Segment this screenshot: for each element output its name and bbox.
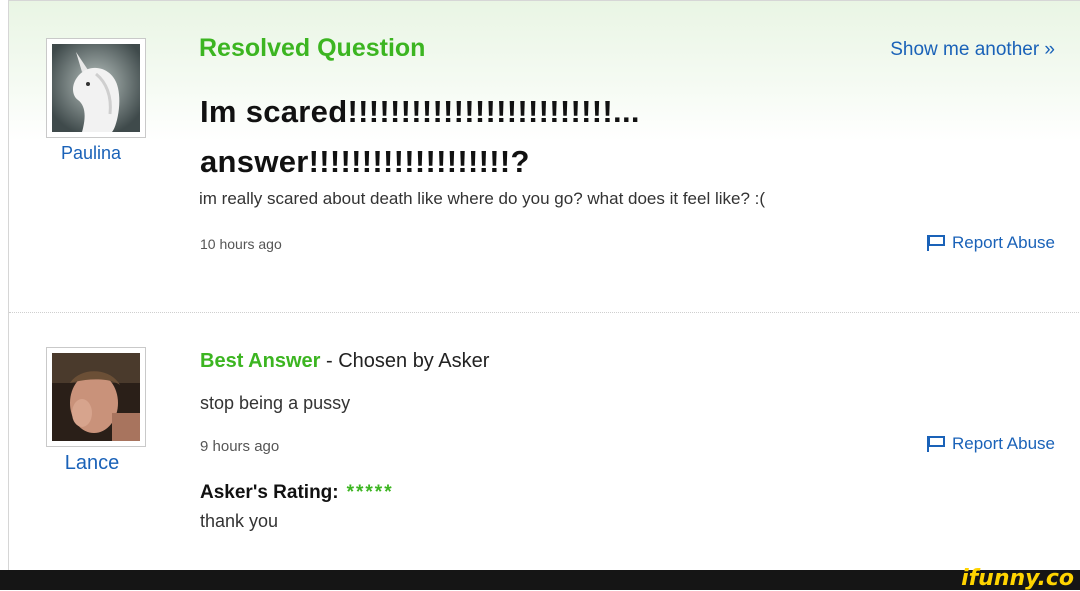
answerer-name[interactable]: Lance	[42, 452, 142, 475]
question-headline-line2: answer!!!!!!!!!!!!!!!!!!!?	[200, 144, 530, 179]
section-divider	[9, 312, 1080, 313]
show-another-link[interactable]: Show me another »	[890, 39, 1055, 61]
rating-label: Asker's Rating:	[200, 482, 339, 503]
question-time: 10 hours ago	[200, 236, 282, 252]
question-headline-line1: Im scared!!!!!!!!!!!!!!!!!!!!!!!!!...	[200, 94, 640, 129]
answerer-avatar[interactable]	[46, 347, 146, 447]
flag-icon	[926, 436, 945, 452]
rating-stars: *****	[346, 482, 394, 503]
report-abuse-label: Report Abuse	[951, 233, 1055, 252]
question-body: im really scared about death like where …	[199, 189, 766, 208]
asker-avatar[interactable]	[46, 38, 146, 138]
unicorn-avatar	[52, 44, 140, 132]
best-answer-label: Best Answer	[200, 350, 321, 372]
content-frame: Paulina Resolved Question Show me anothe…	[8, 0, 1080, 571]
ifunny-watermark: ifunny.co	[961, 566, 1074, 591]
asker-name[interactable]: Paulina	[41, 143, 141, 164]
askers-rating: Asker's Rating: *****	[200, 482, 394, 504]
report-abuse-label: Report Abuse	[951, 434, 1055, 453]
person-avatar	[52, 353, 140, 441]
answer-text: stop being a pussy	[200, 393, 351, 413]
answer-report-abuse-link[interactable]: Report Abuse	[926, 434, 1055, 454]
best-answer-header: Best Answer - Chosen by Asker	[200, 350, 489, 373]
question-headline: Im scared!!!!!!!!!!!!!!!!!!!!!!!!!... an…	[200, 87, 900, 187]
resolved-question-title: Resolved Question	[199, 34, 426, 62]
watermark-bar: ifunny.co	[0, 566, 1080, 591]
question-report-abuse-link[interactable]: Report Abuse	[926, 233, 1055, 253]
chosen-by-label: - Chosen by Asker	[320, 350, 490, 372]
flag-icon	[926, 235, 945, 251]
question-section: Paulina Resolved Question Show me anothe…	[9, 1, 1080, 291]
answer-time: 9 hours ago	[200, 438, 280, 455]
rating-comment: thank you	[200, 511, 279, 531]
